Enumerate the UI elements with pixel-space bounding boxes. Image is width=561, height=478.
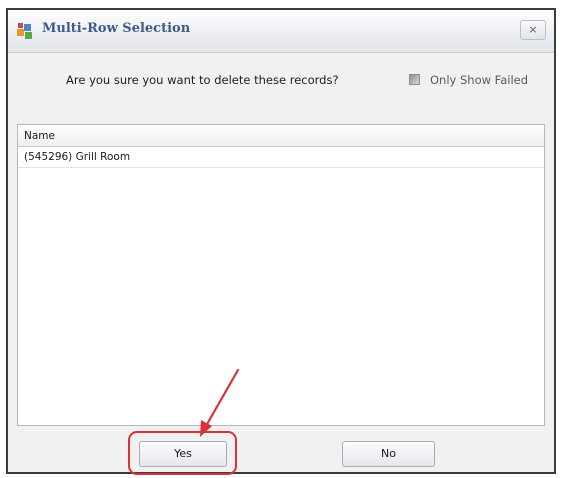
dialog-title-bar[interactable]: Multi-Row Selection × bbox=[8, 10, 554, 53]
app-icon bbox=[17, 23, 32, 39]
table-row[interactable]: (545296) Grill Room bbox=[18, 147, 544, 168]
grid-header: Name bbox=[18, 125, 544, 147]
close-button[interactable]: × bbox=[520, 20, 546, 40]
row-name-cell: (545296) Grill Room bbox=[24, 151, 131, 163]
only-show-failed-label: Only Show Failed bbox=[430, 73, 529, 87]
no-button[interactable]: No bbox=[342, 441, 435, 467]
records-grid[interactable]: Name (545296) Grill Room bbox=[17, 124, 545, 426]
close-icon: × bbox=[528, 23, 538, 36]
dialog-title: Multi-Row Selection bbox=[42, 21, 191, 36]
only-show-failed-checkbox[interactable] bbox=[409, 74, 420, 85]
multi-row-selection-dialog: Multi-Row Selection × Are you sure you w… bbox=[6, 8, 556, 475]
yes-button-highlight bbox=[128, 431, 237, 475]
confirmation-question: Are you sure you want to delete these re… bbox=[66, 73, 339, 87]
column-header-name[interactable]: Name bbox=[24, 130, 55, 142]
